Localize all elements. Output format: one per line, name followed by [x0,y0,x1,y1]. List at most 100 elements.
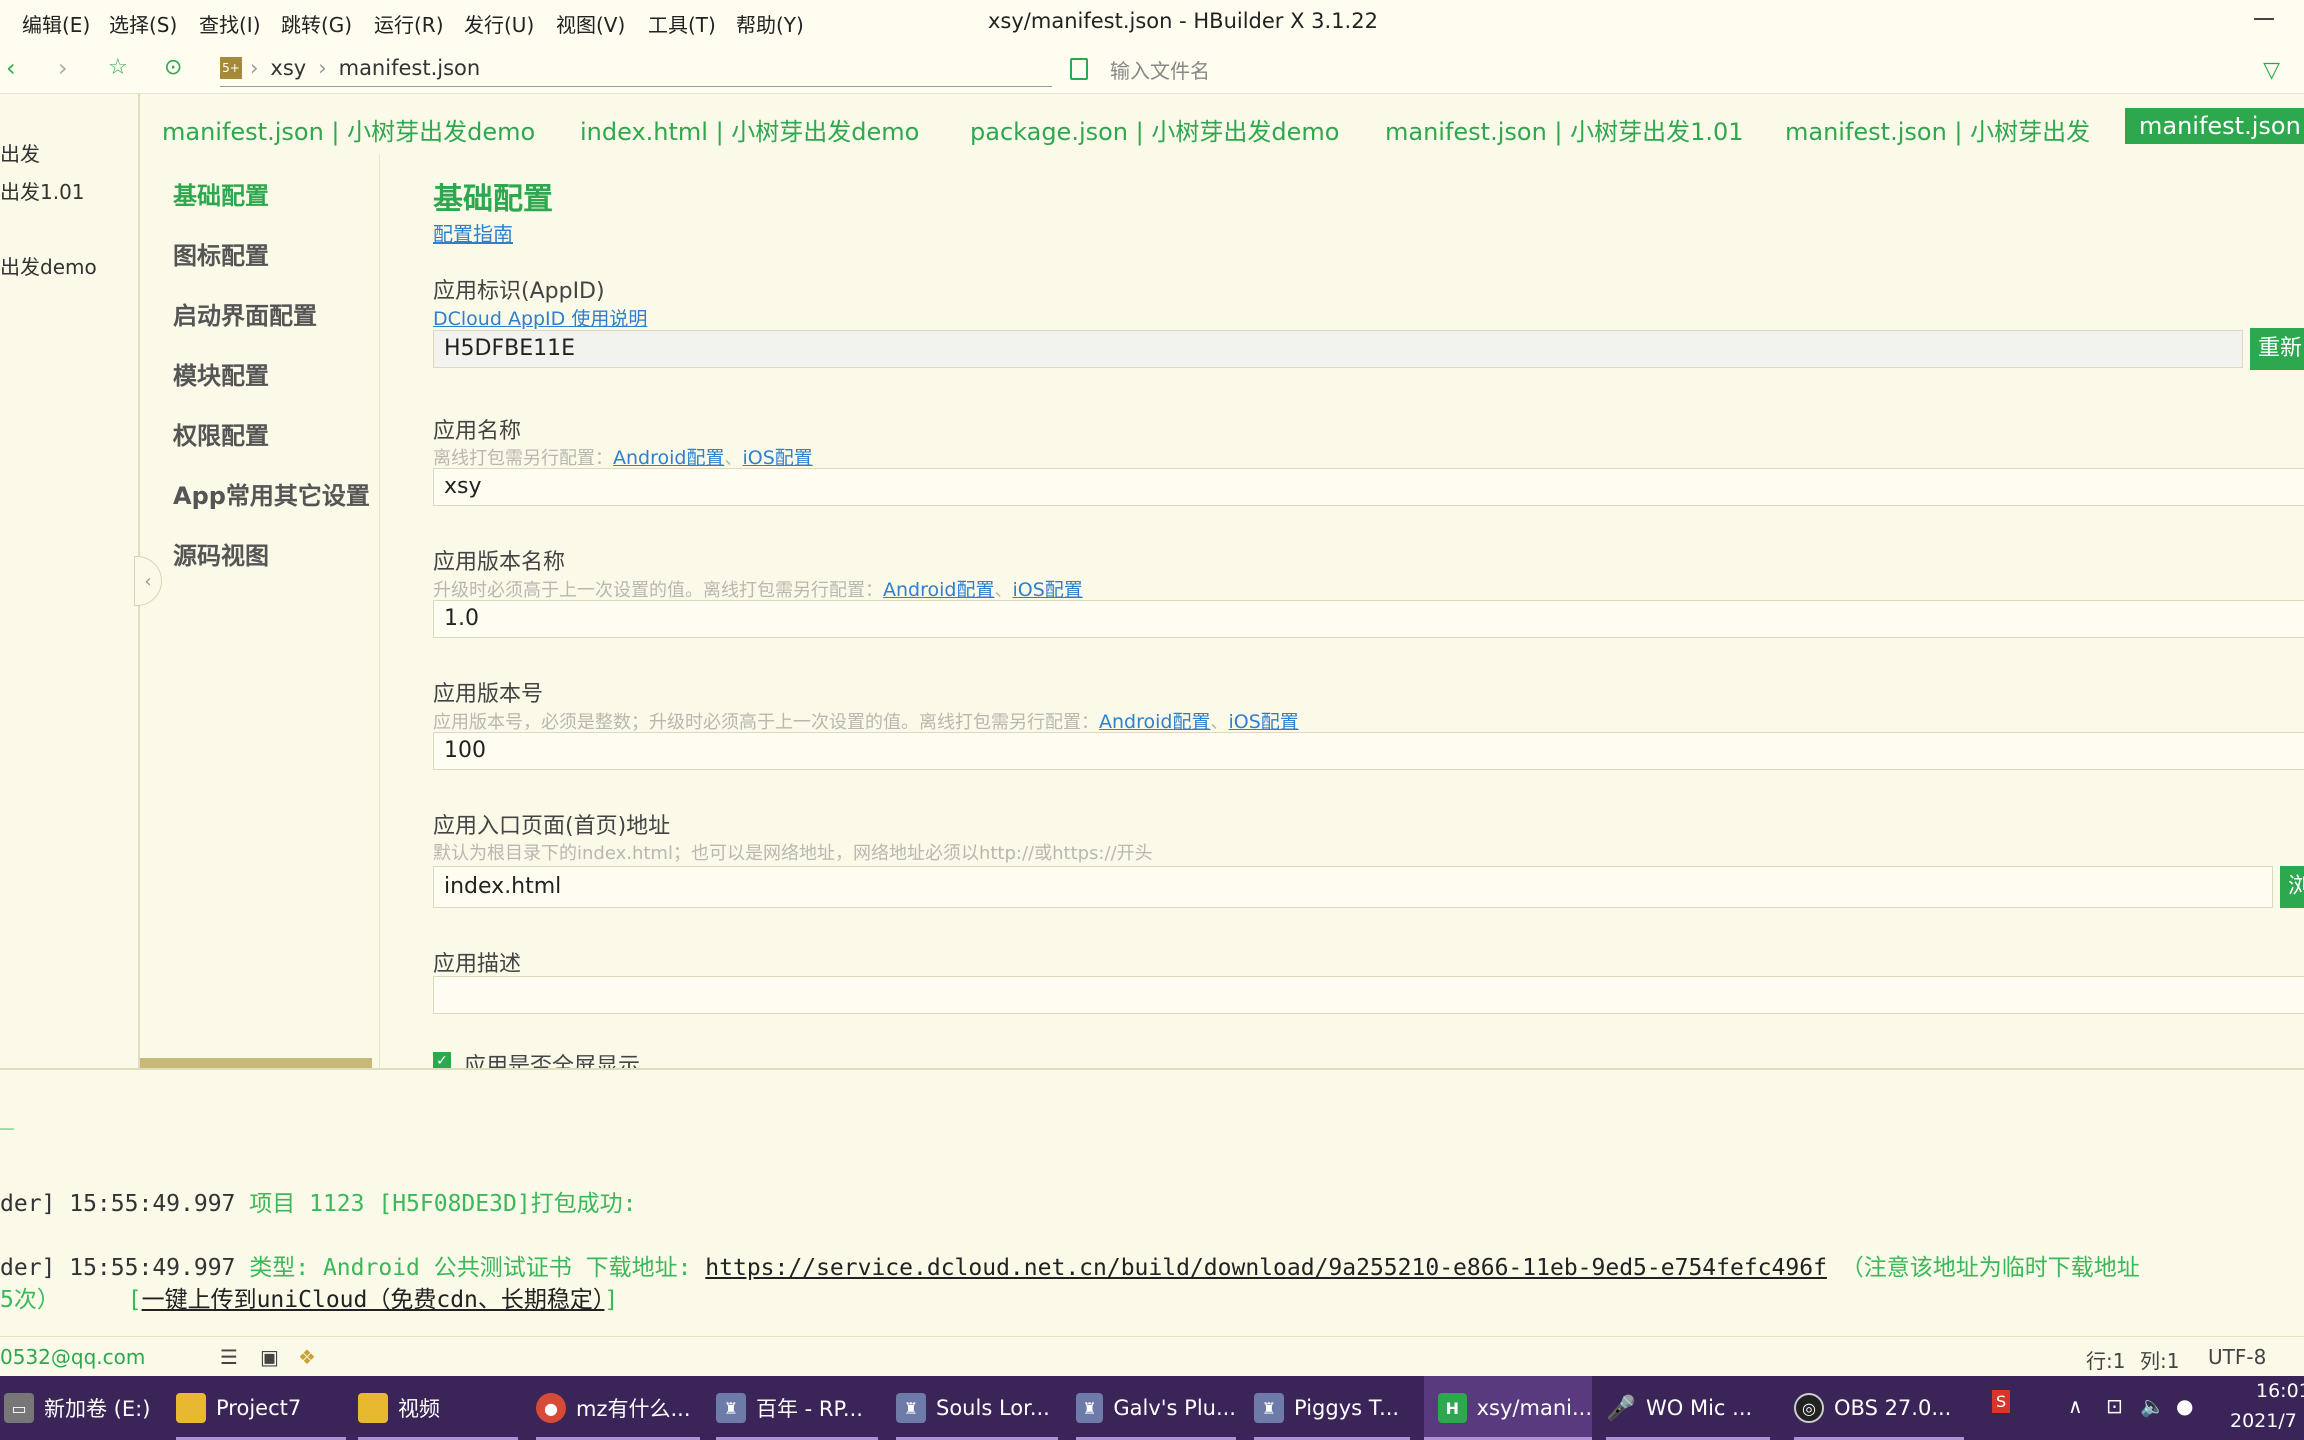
taskbar-app-rpgmaker-2[interactable]: ♜ Souls Lor... [896,1376,1058,1440]
breadcrumb-project[interactable]: xsy [270,56,306,80]
menu-select[interactable]: 选择(S) [109,9,177,38]
taskbar-app-label: 视频 [398,1397,440,1421]
taskbar-app-drive[interactable]: ▭ 新加卷 (E:) [4,1376,162,1440]
appid-help-link[interactable]: DCloud AppID 使用说明 [433,304,647,331]
taskbar-app-video[interactable]: 视频 [358,1376,518,1440]
fullscreen-checkbox[interactable]: ✓ [433,1052,451,1068]
console-bracket: [ [127,1287,142,1313]
taskbar-app-obs[interactable]: ◎ OBS 27.0... [1794,1376,1964,1440]
appid-field[interactable]: H5DFBE11E [433,330,2243,368]
window-title: xsy/manifest.json - HBuilder X 3.1.22 [988,9,1378,33]
download-url-link[interactable]: https://service.dcloud.net.cn/build/down… [705,1255,1827,1281]
menu-edit[interactable]: 编辑(E) [22,9,90,38]
forward-icon[interactable]: › [58,56,68,80]
console-message: 项目 1123 [H5F08DE3D]打包成功: [249,1191,637,1217]
filter-icon[interactable]: ▽ [2263,58,2280,83]
app-name-field[interactable]: xsy [433,468,2304,506]
menu-goto[interactable]: 跳转(G) [281,9,352,38]
chevron-up-icon[interactable]: ∧ [2068,1394,2083,1418]
entry-page-hint: 默认为根目录下的index.html；也可以是网络地址，网络地址必须以http:… [433,843,1153,864]
taskbar-app-label: WO Mic ... [1646,1396,1753,1420]
clock-time[interactable]: 16:01 [2256,1380,2304,1402]
version-code-field[interactable]: 100 [433,732,2304,770]
console-cursor: _ [0,1104,14,1130]
entry-page-field[interactable]: index.html [433,866,2273,908]
user-account[interactable]: 0532@qq.com [0,1345,145,1369]
app-description-field[interactable] [433,976,2304,1014]
nav-app-other-settings[interactable]: App常用其它设置 [173,476,370,511]
app-name-hint: 离线打包需另行配置：Android配置、iOS配置 [433,443,813,470]
taskbar-app-label: Galv's Plu... [1113,1396,1236,1420]
fullscreen-label: 应用是否全屏显示 [464,1054,641,1068]
qq-icon[interactable]: ● [2176,1394,2193,1418]
tab-index-demo[interactable]: index.html | 小树芽出发demo [580,112,919,147]
project-item[interactable]: 出发 [0,138,40,167]
taskbar-app-chrome[interactable]: ● mz有什么... [536,1376,700,1440]
version-code-hint-text: 应用版本号，必须是整数；升级时必须高于上一次设置的值。离线打包需另行配置： [433,712,1099,733]
tab-manifest-start[interactable]: manifest.json | 小树芽出发 [1785,112,2090,147]
tab-package-demo[interactable]: package.json | 小树芽出发demo [970,112,1339,147]
nav-basic-config[interactable]: 基础配置 [173,176,269,211]
regenerate-appid-button[interactable]: 重新 [2250,328,2304,370]
taskbar-app-rpgmaker-1[interactable]: ♜ 百年 - RP... [716,1376,878,1440]
taskbar-app-womic[interactable]: 🎤 WO Mic ... [1606,1376,1770,1440]
tab-manifest-101[interactable]: manifest.json | 小树芽出发1.01 [1385,112,1744,147]
link-separator: 、 [1210,712,1229,733]
network-icon[interactable]: ⊡ [2106,1394,2123,1418]
menu-publish[interactable]: 发行(U) [464,9,534,38]
menu-run[interactable]: 运行(R) [374,9,444,38]
breadcrumb-file[interactable]: manifest.json [339,56,481,80]
version-name-hint-text: 升级时必须高于上一次设置的值。离线打包需另行配置： [433,580,883,601]
ios-config-link[interactable]: iOS配置 [742,447,812,469]
android-config-link[interactable]: Android配置 [883,579,994,601]
toolbar: ‹ › ☆ ⊙ 5+ › xsy › manifest.json ▽ [0,46,2304,94]
minimize-button[interactable] [2254,8,2274,20]
folder-icon [358,1393,388,1423]
nav-module-config[interactable]: 模块配置 [173,356,269,391]
star-icon[interactable]: ☆ [108,56,128,80]
taskbar-app-project7[interactable]: Project7 [176,1376,346,1440]
taskbar-app-label: Project7 [216,1396,302,1420]
menu-tools[interactable]: 工具(T) [648,9,716,38]
ios-config-link[interactable]: iOS配置 [1228,711,1298,733]
nav-permission-config[interactable]: 权限配置 [173,416,269,451]
android-config-link[interactable]: Android配置 [613,447,724,469]
nav-splash-config[interactable]: 启动界面配置 [173,296,317,331]
breadcrumb-separator: › [318,56,327,80]
nav-source-view[interactable]: 源码视图 [173,536,269,571]
file-search-input[interactable] [1110,56,2210,86]
run-icon[interactable]: ⊙ [164,56,182,80]
file-search: ▽ [1070,56,2280,86]
upload-unicloud-link[interactable]: 一键上传到uniCloud（免费cdn、长期稳定） [142,1287,605,1313]
list-icon[interactable]: ☰ [220,1345,238,1369]
config-guide-link[interactable]: 配置指南 [433,218,513,247]
volume-icon[interactable]: 🔈 [2140,1394,2165,1418]
rpgmaker-icon: ♜ [1254,1393,1284,1423]
ios-config-link[interactable]: iOS配置 [1012,579,1082,601]
entry-page-label: 应用入口页面(首页)地址 [433,814,671,839]
clock-date[interactable]: 2021/7 [2230,1410,2297,1432]
nav-icon-config[interactable]: 图标配置 [173,236,269,271]
editor-tabs: manifest.json | 小树芽出发demo index.html | 小… [140,94,2304,154]
version-name-field[interactable]: 1.0 [433,600,2304,638]
project-item[interactable]: 出发demo [0,251,97,280]
project-item[interactable]: 出发1.01 [0,176,85,205]
taskbar-app-rpgmaker-4[interactable]: ♜ Piggys T... [1254,1376,1410,1440]
sogou-ime-icon[interactable]: S [1992,1390,2011,1413]
back-icon[interactable]: ‹ [6,56,16,80]
nav-scrollbar[interactable] [140,1058,372,1068]
menu-bar: 编辑(E) 选择(S) 查找(I) 跳转(G) 运行(R) 发行(U) 视图(V… [0,0,2304,46]
terminal-icon[interactable]: ▣ [260,1345,279,1369]
encoding-indicator[interactable]: UTF-8 [2208,1345,2266,1369]
plugin-icon[interactable]: ❖ [298,1345,316,1369]
manifest-form: 基础配置 配置指南 应用标识(AppID) DCloud AppID 使用说明 … [380,154,2304,1068]
taskbar-app-hbuilder[interactable]: H xsy/mani... [1424,1376,1592,1440]
menu-find[interactable]: 查找(I) [199,9,261,38]
taskbar-app-rpgmaker-3[interactable]: ♜ Galv's Plu... [1076,1376,1236,1440]
android-config-link[interactable]: Android配置 [1099,711,1210,733]
browse-button[interactable]: 浏 [2280,866,2304,908]
menu-view[interactable]: 视图(V) [556,9,625,38]
menu-help[interactable]: 帮助(Y) [736,9,804,38]
tab-manifest-demo[interactable]: manifest.json | 小树芽出发demo [162,112,535,147]
tab-manifest-active[interactable]: manifest.json | [2125,108,2304,144]
